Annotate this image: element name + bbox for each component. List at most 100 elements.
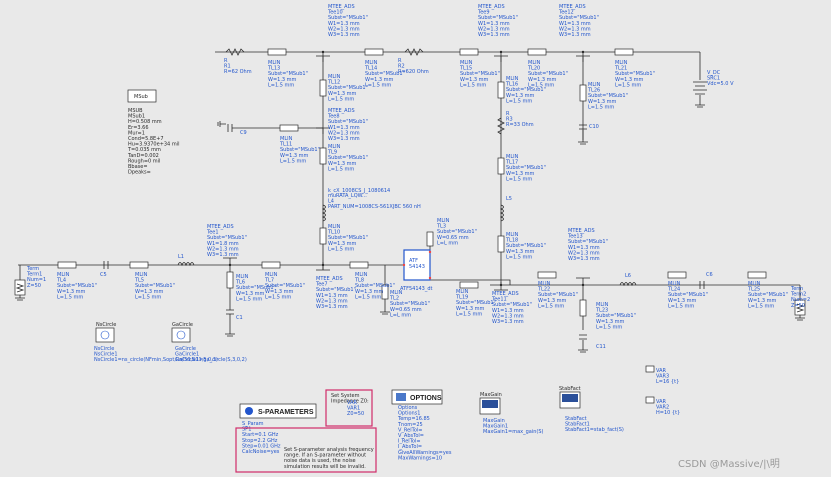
ground-c1 [225,314,235,337]
label-line: L=1.5 mm [456,311,482,317]
mlin-tl15[interactable] [459,48,479,56]
label-line: L=1.5 mm [460,82,486,88]
label-line: L=1.5 mm [365,82,391,88]
mlin-tl12[interactable] [319,79,327,97]
label-line: L=1.5 mm [355,294,381,300]
label-c1: C1 [236,315,243,321]
label-line: H=10 {t} [656,410,680,416]
label-sparams-lines: S_ParamSP1Start=0.1 GHzStop=2.2 GHzStep=… [242,421,281,455]
label-line: W3=1.3 mm [207,252,239,258]
label-tee13: MTEE_ADSTee13Subst="MSub1"W1=1.3 mmW2=1.… [567,228,608,262]
mlin-tl24[interactable] [667,271,687,279]
label-line: PART_NUM=1008CS-561XJBC 560 nH [328,204,421,210]
label-line: C9 [240,130,247,136]
label-r3: RR3R=33 Ohm [506,111,534,128]
mlin-tl19[interactable] [459,281,479,289]
mlin-tl23[interactable] [579,299,587,317]
label-line: simulation results will be invalid. [284,464,366,470]
label-tl10: MLINTL10Subst="MSub1"W=1.3 mmL=1.5 mm [327,224,368,252]
mlin-tl8[interactable] [349,261,369,269]
label-c11: C11 [596,344,606,350]
mlin-tl14[interactable] [364,48,384,56]
mlin-tl6[interactable] [226,271,234,289]
svg-text:54143: 54143 [409,264,425,270]
ground-tl2 [380,300,390,315]
label-sparams-note: Set S-parameter analysis frequencyrange.… [284,447,374,470]
svg-text:OPTIONS: OPTIONS [410,395,442,402]
label-line: L1 [178,254,184,260]
mlin-tl11[interactable] [279,124,299,132]
label-var3: VARVAR3L=16 {t} [656,368,679,385]
svg-text:S-PARAMETERS: S-PARAMETERS [258,409,314,416]
tee9-symbol [494,55,508,62]
label-line: Z=50 [791,303,805,309]
label-tee7: MTEE_ADSTee7Subst="MSub1"W1=1.3 mmW2=1.3… [315,276,356,310]
label-line: Vdc=5.0 V [707,81,734,87]
vdc-source[interactable] [693,81,707,95]
label-line: Z0=50 [347,411,364,417]
icon-caption: StabFact [559,386,581,392]
mlin-tl3[interactable] [426,231,434,247]
label-tee12: MTEE_ADSTee12Subst="MSub1"W1=1.3 mmW2=1.… [558,4,599,38]
term1[interactable] [14,279,26,296]
msub-block[interactable]: MSub [127,89,157,103]
label-c6: C6 [706,272,713,278]
icon-caption: NsCircle [96,322,116,328]
transistor-atf54143[interactable]: ATF 54143 [402,249,432,281]
label-line: C11 [596,344,606,350]
mlin-tl20[interactable] [527,48,547,56]
label-line: L=1.5 mm [596,324,622,330]
label-tl11: MLINTL11Subst="MSub1"W=1.3 mmL=1.5 mm [279,136,320,164]
cap-c1 [226,309,234,315]
mlin-tl7[interactable] [261,261,281,269]
label-tl21: MLINTL21Subst="MSub1"W=1.3 mmL=1.5 mm [614,60,655,88]
mlin-tl13[interactable] [267,48,287,56]
mlin-tl25[interactable] [747,271,767,279]
nscircle-block[interactable] [95,327,115,343]
label-tl17: MLINTL17Subst="MSub1"W=1.3 mmL=1.5 mm [505,154,546,182]
mlin-tl4[interactable] [57,261,77,269]
mlin-tl26[interactable] [579,84,587,102]
mlin-tl9[interactable] [319,147,327,165]
label-tl19: MLINTL19Subst="MSub1"W=1.3 mmL=1.5 mm [455,289,496,317]
mlin-tl10[interactable] [319,227,327,245]
mlin-tl16[interactable] [497,81,505,99]
label-line: W3=1.3 mm [328,32,360,38]
gacircle-block[interactable] [171,327,191,343]
mlin-tl5[interactable] [129,261,149,269]
label-line: W3=1.3 mm [316,304,348,310]
gacircle-icon[interactable] [171,327,191,343]
mlin-tl18-vertical[interactable] [497,235,505,253]
options-block[interactable]: OPTIONS [391,389,443,405]
label-line: L=1.5 mm [538,303,564,309]
label-line: L=L mm [437,240,458,246]
label-r1: RR1R=62 Ohm [224,58,252,75]
watermark: CSDN @Massive/|\明 [678,458,780,470]
var3-block[interactable] [645,365,655,373]
stabfact-block[interactable] [559,391,581,409]
mlin-tl17[interactable] [497,157,505,175]
term1-box [14,279,26,296]
label-tee1: MTEE_ADSTee1Subst="MSub1"W1=1.8 mmW2=1.3… [206,224,247,258]
label-line: L6 [625,273,631,279]
label-tl9: MLINTL9Subst="MSub1"W=1.3 mmL=1.5 mm [327,144,368,172]
label-line: CalcNoise=yes [242,449,280,455]
label-line: L=1.5 mm [57,294,83,300]
label-line: StabFact1=stab_fact(S) [565,427,624,433]
var3-icon [645,365,655,373]
label-l6: L6 [625,273,631,279]
nscircle-icon[interactable] [95,327,115,343]
mlin-tl21[interactable] [614,48,634,56]
schematic-canvas[interactable]: MSub ATF 54143 MSUB MSub1 H=0.508 mm Er=… [0,0,831,477]
var2-block[interactable] [645,396,655,404]
label-l1: L1 [178,254,184,260]
icon-caption: MaxGain [480,392,502,398]
mlin-tl22[interactable] [537,271,557,279]
maxgain-block[interactable] [479,397,501,415]
label-line: MaxGain1=max_gain(S) [483,429,544,435]
label-tl7: MLINTL7Subst="MSub1"W=1.3 mmL=1.5 mm [264,272,305,300]
label-line: L=1.5 mm [506,176,532,182]
label-line: C1 [236,315,243,321]
tee12-symbol [576,55,590,62]
label-tee8: MTEE_ADSTee8Subst="MSub1"W1=1.3 mmW2=1.3… [327,108,368,142]
